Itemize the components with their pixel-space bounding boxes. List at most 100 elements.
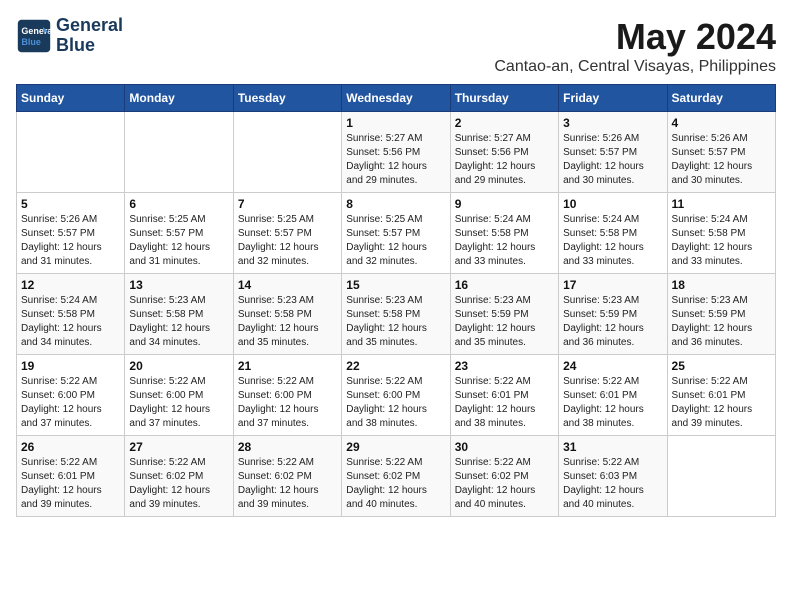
day-number: 7 (238, 197, 337, 211)
day-info: Sunrise: 5:24 AM Sunset: 5:58 PM Dayligh… (563, 213, 662, 269)
day-info: Sunrise: 5:22 AM Sunset: 6:02 PM Dayligh… (238, 456, 337, 512)
day-of-week-header: Tuesday (233, 85, 341, 112)
day-number: 30 (455, 440, 554, 454)
day-info: Sunrise: 5:24 AM Sunset: 5:58 PM Dayligh… (672, 213, 771, 269)
calendar-day-cell: 14Sunrise: 5:23 AM Sunset: 5:58 PM Dayli… (233, 274, 341, 355)
calendar-day-cell: 8 Sunrise: 5:25 AM Sunset: 5:57 PM Daylig… (342, 193, 450, 274)
calendar-day-cell: 4 Sunrise: 5:26 AM Sunset: 5:57 PM Daylig… (667, 112, 775, 193)
day-info: Sunrise: 5:22 AM Sunset: 6:00 PM Dayligh… (238, 375, 337, 431)
day-info: Sunrise: 5:22 AM Sunset: 6:01 PM Dayligh… (21, 456, 120, 512)
calendar-week-row: 1 Sunrise: 5:27 AM Sunset: 5:56 PM Daylig… (17, 112, 776, 193)
calendar-day-cell: 26 Sunrise: 5:22 AM Sunset: 6:01 PM Dayli… (17, 436, 125, 517)
day-number: 12 (21, 278, 120, 292)
header-row: SundayMondayTuesdayWednesdayThursdayFrid… (17, 85, 776, 112)
calendar-day-cell: 15Sunrise: 5:23 AM Sunset: 5:58 PM Dayli… (342, 274, 450, 355)
day-info: Sunrise: 5:27 AM Sunset: 5:56 PM Dayligh… (346, 132, 445, 188)
calendar-day-cell: 2Sunrise: 5:27 AM Sunset: 5:56 PM Daylig… (450, 112, 558, 193)
day-info: Sunrise: 5:26 AM Sunset: 5:57 PM Dayligh… (563, 132, 662, 188)
calendar-day-cell: 1 Sunrise: 5:27 AM Sunset: 5:56 PM Daylig… (342, 112, 450, 193)
day-info: Sunrise: 5:22 AM Sunset: 6:02 PM Dayligh… (455, 456, 554, 512)
day-info: Sunrise: 5:26 AM Sunset: 5:57 PM Dayligh… (21, 213, 120, 269)
title-area: May 2024 Cantao-an, Central Visayas, Phi… (494, 16, 776, 76)
calendar-day-cell: 27 Sunrise: 5:22 AM Sunset: 6:02 PM Dayli… (125, 436, 233, 517)
day-number: 11 (672, 197, 771, 211)
day-number: 1 (346, 116, 445, 130)
day-info: Sunrise: 5:22 AM Sunset: 6:03 PM Dayligh… (563, 456, 662, 512)
calendar-day-cell (17, 112, 125, 193)
day-info: Sunrise: 5:22 AM Sunset: 6:00 PM Dayligh… (21, 375, 120, 431)
calendar-day-cell: 28Sunrise: 5:22 AM Sunset: 6:02 PM Dayli… (233, 436, 341, 517)
calendar-day-cell: 9 Sunrise: 5:24 AM Sunset: 5:58 PM Daylig… (450, 193, 558, 274)
day-info: Sunrise: 5:24 AM Sunset: 5:58 PM Dayligh… (455, 213, 554, 269)
calendar-day-cell: 6 Sunrise: 5:25 AM Sunset: 5:57 PM Daylig… (125, 193, 233, 274)
day-number: 17 (563, 278, 662, 292)
calendar-day-cell: 10 Sunrise: 5:24 AM Sunset: 5:58 PM Dayli… (559, 193, 667, 274)
day-number: 2 (455, 116, 554, 130)
logo-icon: General Blue (16, 18, 52, 54)
calendar-week-row: 5 Sunrise: 5:26 AM Sunset: 5:57 PM Daylig… (17, 193, 776, 274)
day-info: Sunrise: 5:22 AM Sunset: 6:01 PM Dayligh… (455, 375, 554, 431)
day-number: 19 (21, 359, 120, 373)
day-number: 18 (672, 278, 771, 292)
calendar-day-cell: 7Sunrise: 5:25 AM Sunset: 5:57 PM Daylig… (233, 193, 341, 274)
day-number: 9 (455, 197, 554, 211)
calendar-day-cell: 17 Sunrise: 5:23 AM Sunset: 5:59 PM Dayli… (559, 274, 667, 355)
day-number: 3 (563, 116, 662, 130)
day-number: 14 (238, 278, 337, 292)
calendar-day-cell: 24 Sunrise: 5:22 AM Sunset: 6:01 PM Dayli… (559, 355, 667, 436)
day-number: 26 (21, 440, 120, 454)
day-info: Sunrise: 5:26 AM Sunset: 5:57 PM Dayligh… (672, 132, 771, 188)
day-info: Sunrise: 5:24 AM Sunset: 5:58 PM Dayligh… (21, 294, 120, 350)
page-subtitle: Cantao-an, Central Visayas, Philippines (494, 58, 776, 76)
day-info: Sunrise: 5:22 AM Sunset: 6:02 PM Dayligh… (346, 456, 445, 512)
calendar-day-cell: 30 Sunrise: 5:22 AM Sunset: 6:02 PM Dayli… (450, 436, 558, 517)
calendar-week-row: 19 Sunrise: 5:22 AM Sunset: 6:00 PM Dayli… (17, 355, 776, 436)
day-number: 10 (563, 197, 662, 211)
day-of-week-header: Friday (559, 85, 667, 112)
day-number: 27 (129, 440, 228, 454)
day-info: Sunrise: 5:22 AM Sunset: 6:01 PM Dayligh… (672, 375, 771, 431)
day-info: Sunrise: 5:22 AM Sunset: 6:02 PM Dayligh… (129, 456, 228, 512)
day-info: Sunrise: 5:23 AM Sunset: 5:59 PM Dayligh… (455, 294, 554, 350)
day-number: 4 (672, 116, 771, 130)
day-info: Sunrise: 5:23 AM Sunset: 5:59 PM Dayligh… (563, 294, 662, 350)
calendar-day-cell: 5 Sunrise: 5:26 AM Sunset: 5:57 PM Daylig… (17, 193, 125, 274)
calendar-day-cell: 12 Sunrise: 5:24 AM Sunset: 5:58 PM Dayli… (17, 274, 125, 355)
day-number: 20 (129, 359, 228, 373)
day-number: 16 (455, 278, 554, 292)
day-number: 24 (563, 359, 662, 373)
day-number: 23 (455, 359, 554, 373)
day-number: 5 (21, 197, 120, 211)
day-info: Sunrise: 5:22 AM Sunset: 6:01 PM Dayligh… (563, 375, 662, 431)
day-info: Sunrise: 5:23 AM Sunset: 5:59 PM Dayligh… (672, 294, 771, 350)
calendar-day-cell: 31Sunrise: 5:22 AM Sunset: 6:03 PM Dayli… (559, 436, 667, 517)
calendar-day-cell: 20 Sunrise: 5:22 AM Sunset: 6:00 PM Dayli… (125, 355, 233, 436)
calendar-day-cell: 13 Sunrise: 5:23 AM Sunset: 5:58 PM Dayli… (125, 274, 233, 355)
day-info: Sunrise: 5:22 AM Sunset: 6:00 PM Dayligh… (129, 375, 228, 431)
calendar-day-cell: 3 Sunrise: 5:26 AM Sunset: 5:57 PM Daylig… (559, 112, 667, 193)
day-of-week-header: Sunday (17, 85, 125, 112)
day-info: Sunrise: 5:22 AM Sunset: 6:00 PM Dayligh… (346, 375, 445, 431)
calendar-day-cell: 16 Sunrise: 5:23 AM Sunset: 5:59 PM Dayli… (450, 274, 558, 355)
day-number: 21 (238, 359, 337, 373)
calendar-day-cell: 18 Sunrise: 5:23 AM Sunset: 5:59 PM Dayli… (667, 274, 775, 355)
header: General Blue General Blue May 2024 Canta… (16, 16, 776, 76)
day-of-week-header: Wednesday (342, 85, 450, 112)
day-info: Sunrise: 5:23 AM Sunset: 5:58 PM Dayligh… (346, 294, 445, 350)
calendar-week-row: 26 Sunrise: 5:22 AM Sunset: 6:01 PM Dayli… (17, 436, 776, 517)
day-info: Sunrise: 5:25 AM Sunset: 5:57 PM Dayligh… (346, 213, 445, 269)
calendar-day-cell: 11 Sunrise: 5:24 AM Sunset: 5:58 PM Dayli… (667, 193, 775, 274)
calendar-day-cell: 19 Sunrise: 5:22 AM Sunset: 6:00 PM Dayli… (17, 355, 125, 436)
calendar-day-cell: 21 Sunrise: 5:22 AM Sunset: 6:00 PM Dayli… (233, 355, 341, 436)
day-of-week-header: Saturday (667, 85, 775, 112)
day-info: Sunrise: 5:25 AM Sunset: 5:57 PM Dayligh… (129, 213, 228, 269)
day-of-week-header: Monday (125, 85, 233, 112)
calendar-day-cell (125, 112, 233, 193)
svg-text:Blue: Blue (21, 37, 41, 47)
day-info: Sunrise: 5:23 AM Sunset: 5:58 PM Dayligh… (129, 294, 228, 350)
calendar-day-cell (233, 112, 341, 193)
day-number: 8 (346, 197, 445, 211)
logo: General Blue General Blue (16, 16, 123, 56)
day-number: 13 (129, 278, 228, 292)
day-number: 6 (129, 197, 228, 211)
